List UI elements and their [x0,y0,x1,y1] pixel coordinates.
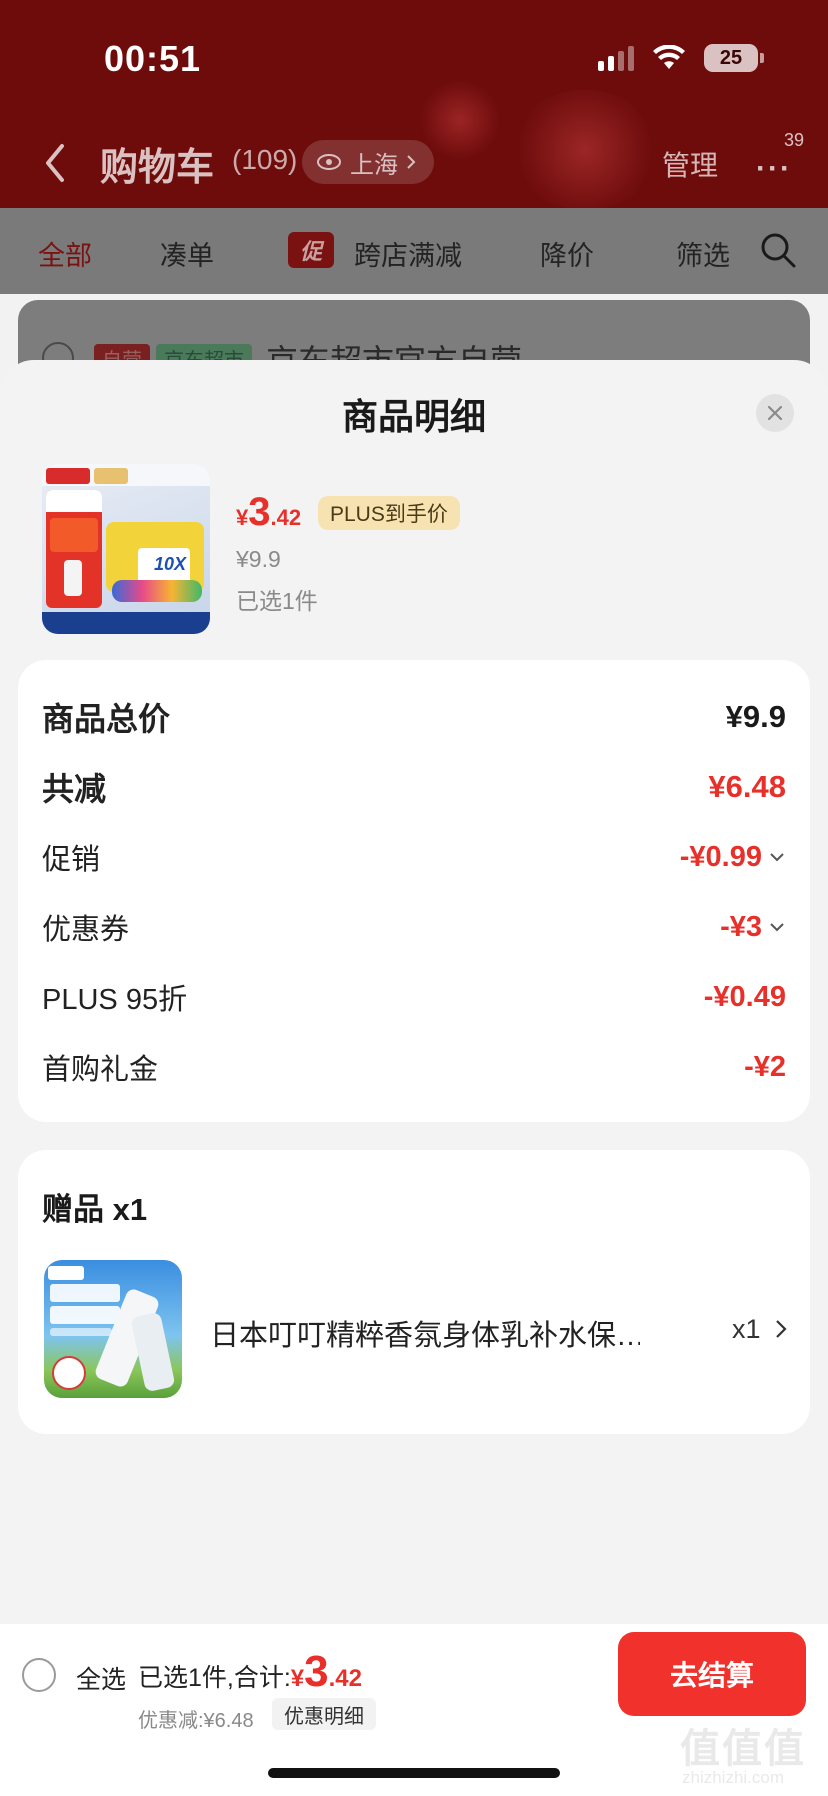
chevron-right-icon[interactable] [774,1318,788,1340]
home-indicator [268,1768,560,1778]
coupon-value: -¥3 [720,910,762,943]
summary-row-total: 商品总价 ¥9.9 [42,694,786,740]
cart-page-background: 00:51 25 购物车 (109) 上海 管理 ··· 39 全部 凑单 促 … [0,0,828,420]
selected-count: 已选1件 [236,588,318,614]
wifi-icon [653,45,685,69]
total-prefix: 已选1件,合计: [138,1664,291,1692]
watermark-url: zhizhizhi.com [682,1768,785,1787]
chevron-right-icon [407,155,416,169]
summary-row-plus: PLUS 95折 -¥0.49 [42,976,786,1018]
manage-button[interactable]: 管理 [662,144,718,184]
price-symbol: ¥ [236,505,249,530]
location-selector[interactable]: 上海 [302,140,434,184]
gift-name[interactable]: 日本叮叮精粹香氛身体乳补水保… [210,1312,640,1354]
summary-value: -¥0.49 [703,980,786,1013]
plus-price-badge: PLUS到手价 [318,496,460,530]
close-icon [767,405,783,421]
cart-count: (109) [232,144,298,175]
status-bar: 00:51 25 [0,0,828,120]
summary-value: ¥6.48 [708,769,786,804]
summary-label: PLUS 95折 [42,984,188,1016]
summary-value: -¥2 [744,1050,786,1083]
select-all-radio[interactable] [22,1658,56,1692]
more-options-icon[interactable]: ··· [756,152,792,186]
gift-image[interactable] [44,1260,182,1398]
watermark: 值值值 zhizhizhi.com [680,1716,820,1790]
firework-decoration [420,80,500,160]
tab-filter[interactable]: 筛选 [676,234,730,273]
select-all-label[interactable]: 全选 [76,1660,126,1696]
promo-tag: 促 [288,232,334,268]
total-line: 已选1件,合计: ¥ 3 .42 [138,1650,362,1694]
gift-title: 赠品 x1 [42,1192,148,1227]
eye-icon [317,154,341,170]
cart-title: 购物车 [100,147,215,189]
product-detail-sheet: 商品明细 10X ¥ 3 .42 PLUS到手价 ¥9.9 已选1件 商品总价 … [0,360,828,1624]
status-time: 00:51 [104,38,202,79]
price-integer: 3 [248,490,271,534]
search-icon[interactable] [758,230,798,270]
price-summary-card: 商品总价 ¥9.9 共减 ¥6.48 促销 -¥0.99 优惠券 -¥3 PLU… [18,660,810,1122]
message-count-badge: 39 [784,130,805,150]
tab-cross-store-discount[interactable]: 跨店满减 [354,234,462,273]
tab-price-drop[interactable]: 降价 [540,234,594,273]
tab-bundle[interactable]: 凑单 [160,234,214,273]
summary-label: 优惠券 [42,914,130,946]
summary-row-reduce: 共减 ¥6.48 [42,764,786,810]
summary-label: 首购礼金 [42,1054,159,1086]
close-button[interactable] [756,394,794,432]
checkout-bar: 全选 已选1件,合计: ¥ 3 .42 优惠减:¥6.48 优惠明细 去结算 值… [0,1624,828,1796]
summary-label: 商品总价 [42,701,171,737]
total-integer: 3 [304,1647,329,1696]
chevron-down-icon [770,853,784,862]
watermark-logo: 值值值 [680,1727,806,1771]
total-decimal: .42 [328,1665,363,1692]
tab-all[interactable]: 全部 [38,234,92,273]
original-price: ¥9.9 [236,546,281,572]
summary-value: -¥0.99 [680,841,786,874]
filter-bar: 全部 凑单 促 跨店满减 降价 筛选 [0,208,828,294]
cart-header: 购物车 (109) 上海 管理 ··· 39 [0,80,828,210]
product-price: ¥ 3 .42 [236,490,301,535]
summary-row-first-buy: 首购礼金 -¥2 [42,1046,786,1088]
status-icons: 25 [598,44,764,72]
summary-value: -¥3 [720,911,786,944]
location-label: 上海 [350,151,398,179]
discount-detail-button[interactable]: 优惠明细 [272,1698,376,1730]
promo-value: -¥0.99 [679,840,762,873]
product-image[interactable]: 10X [42,464,210,634]
summary-value: ¥9.9 [725,699,786,734]
discount-amount: 优惠减:¥6.48 [138,1710,254,1732]
summary-label: 促销 [42,844,101,876]
checkout-button[interactable]: 去结算 [618,1632,806,1716]
battery-icon: 25 [704,44,764,72]
back-arrow-icon[interactable] [40,142,70,184]
summary-row-coupon[interactable]: 优惠券 -¥3 [42,906,786,948]
cellular-signal-icon [598,45,634,71]
total-symbol: ¥ [290,1665,305,1692]
summary-row-promo[interactable]: 促销 -¥0.99 [42,836,786,878]
summary-label: 共减 [42,771,107,807]
gift-card: 赠品 x1 日本叮叮精粹香氛身体乳补水保… x1 [18,1150,810,1434]
price-decimal: .42 [270,505,302,530]
sheet-title: 商品明细 [341,396,486,437]
firework-decoration [510,90,660,210]
chevron-down-icon [770,923,784,932]
gift-quantity: x1 [732,1314,761,1344]
